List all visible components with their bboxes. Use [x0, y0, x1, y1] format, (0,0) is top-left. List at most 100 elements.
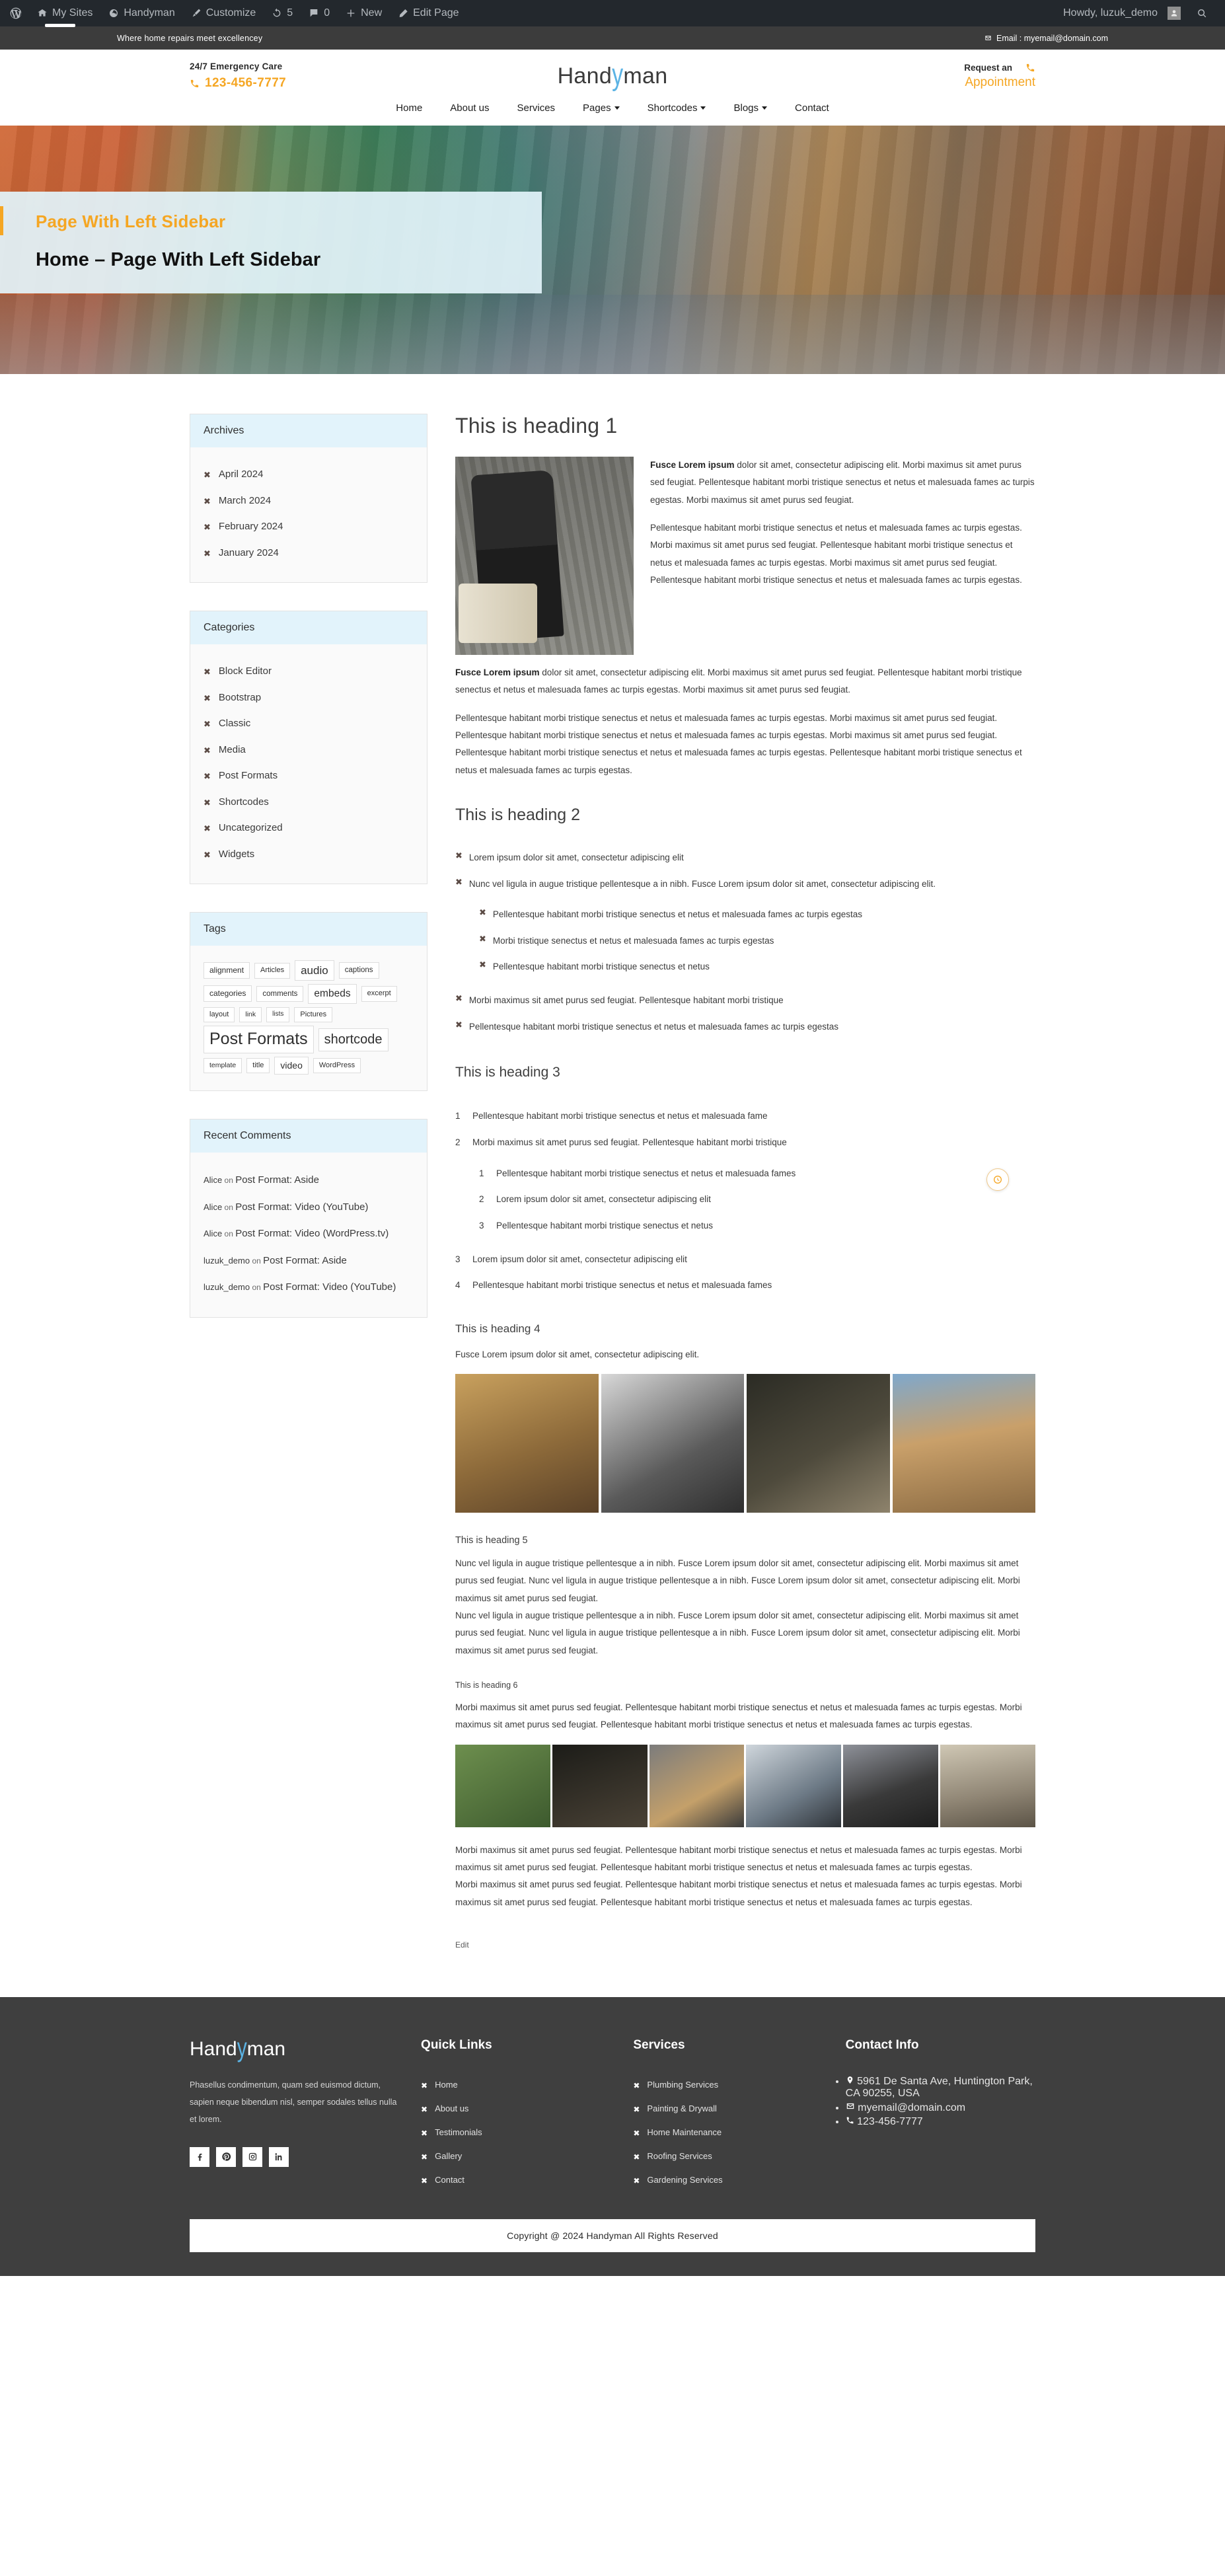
paragraph: Morbi maximus sit amet purus sed feugiat… — [455, 1844, 1022, 1872]
gallery-image[interactable] — [746, 1744, 842, 1827]
nav-item-contact[interactable]: Contact — [795, 102, 829, 114]
scroll-helper-button[interactable] — [986, 1168, 1009, 1191]
admin-bar-my-sites[interactable]: My Sites — [29, 0, 100, 26]
tag-link[interactable]: template — [204, 1057, 242, 1073]
gallery-image[interactable] — [747, 1374, 890, 1513]
gallery-image[interactable] — [455, 1744, 550, 1827]
tag-link[interactable]: Post Formats — [204, 1026, 314, 1053]
search-icon[interactable] — [1189, 0, 1216, 26]
linkedin-icon[interactable] — [269, 2146, 289, 2167]
list-number: 3 — [455, 1254, 461, 1264]
list-item[interactable]: ✖ Media — [204, 738, 414, 764]
tag-link[interactable]: comments — [256, 985, 304, 1003]
list-item[interactable]: ✖ Widgets — [204, 842, 414, 868]
nav-item-pages[interactable]: Pages — [583, 102, 620, 114]
admin-bar-comments[interactable]: 0 — [301, 0, 338, 26]
tag-link[interactable]: video — [274, 1056, 309, 1075]
tag-link[interactable]: embeds — [308, 984, 357, 1004]
instagram-icon[interactable] — [242, 2146, 262, 2167]
tag-link[interactable]: categories — [204, 985, 252, 1003]
nav-item-home[interactable]: Home — [396, 102, 422, 114]
header-logo[interactable]: Handyman — [388, 57, 837, 91]
header-appointment-block[interactable]: Request an Appointment — [837, 63, 1035, 90]
list-item[interactable]: ✖ Bootstrap — [204, 685, 414, 712]
list-item[interactable]: ✖ January 2024 — [204, 541, 414, 567]
gallery-image[interactable] — [649, 1744, 745, 1827]
tag-link[interactable]: audio — [295, 960, 334, 981]
header-phone[interactable]: 123-456-7777 — [190, 76, 388, 91]
appointment-link[interactable]: Appointment — [837, 75, 1035, 90]
gallery-image[interactable] — [843, 1744, 939, 1827]
list-item[interactable]: ✖ Classic — [204, 711, 414, 738]
nav-item-shortcodes[interactable]: Shortcodes — [648, 102, 706, 114]
list-item[interactable]: ✖ Home Maintenance — [633, 2121, 823, 2145]
tag-link[interactable]: link — [239, 1006, 262, 1023]
list-item[interactable]: ✖ Painting & Drywall — [633, 2098, 823, 2121]
list-item[interactable]: ✖ Roofing Services — [633, 2145, 823, 2169]
tag-link[interactable]: captions — [338, 962, 379, 979]
list-item[interactable]: ✖ Gardening Services — [633, 2169, 823, 2193]
admin-bar-updates[interactable]: 5 — [264, 0, 301, 26]
footer-logo[interactable]: Handyman — [190, 2033, 398, 2063]
tag-link[interactable]: lists — [266, 1007, 290, 1022]
widget-archives-title: Archives — [204, 425, 244, 436]
wordpress-logo-icon[interactable] — [0, 0, 29, 26]
facebook-icon[interactable] — [190, 2146, 209, 2167]
gallery-image[interactable] — [892, 1374, 1035, 1513]
gallery-image[interactable] — [552, 1744, 648, 1827]
footer-contact-column: Contact Info 5961 De Santa Ave, Huntingt… — [846, 2038, 1035, 2193]
edit-link[interactable]: Edit — [455, 1940, 469, 1950]
gallery-image[interactable] — [601, 1374, 744, 1513]
contact-email[interactable]: myemail@domain.com — [846, 2100, 1035, 2114]
list-item[interactable]: ✖ Block Editor — [204, 659, 414, 685]
admin-bar-site-name[interactable]: Handyman — [100, 0, 182, 26]
list-item[interactable]: ✖ Contact — [421, 2169, 611, 2193]
gallery-image[interactable] — [940, 1744, 1035, 1827]
tag-link[interactable]: excerpt — [361, 986, 397, 1002]
list-item[interactable]: luzuk_demo on Post Format: Video (YouTub… — [204, 1274, 414, 1301]
list-item[interactable]: ✖ Post Formats — [204, 763, 414, 790]
list-item[interactable]: ✖ Plumbing Services — [633, 2074, 823, 2098]
tag-link[interactable]: WordPress — [313, 1057, 361, 1074]
tag-link[interactable]: alignment — [204, 962, 250, 979]
admin-bar-new[interactable]: New — [338, 0, 390, 26]
list-item[interactable]: ✖ Shortcodes — [204, 790, 414, 816]
admin-bar-howdy[interactable]: Howdy, luzuk_demo — [1054, 0, 1189, 26]
tag-link[interactable]: layout — [204, 1006, 235, 1023]
contact-phone[interactable]: 123-456-7777 — [846, 2114, 1035, 2128]
list-item[interactable]: Alice on Post Format: Aside — [204, 1167, 414, 1194]
list-item[interactable]: ✖ March 2024 — [204, 488, 414, 515]
tag-link[interactable]: Articles — [254, 962, 291, 979]
list-item[interactable]: ✖ Testimonials — [421, 2121, 611, 2145]
tag-link[interactable]: title — [246, 1057, 270, 1074]
pinterest-icon[interactable] — [216, 2146, 236, 2167]
admin-bar-edit-page[interactable]: Edit Page — [390, 0, 466, 26]
emergency-label: 24/7 Emergency Care — [190, 61, 283, 71]
topbar-email[interactable]: Email : myemail@domain.com — [984, 34, 1108, 43]
list-item[interactable]: ✖ February 2024 — [204, 514, 414, 541]
admin-bar-customize[interactable]: Customize — [183, 0, 264, 26]
nav-item-blogs[interactable]: Blogs — [733, 102, 768, 114]
list-item[interactable]: ✖ Uncategorized — [204, 815, 414, 842]
bullet-x-icon: ✖ — [204, 823, 211, 833]
admin-bar-edit-page-label: Edit Page — [413, 7, 459, 19]
list-item[interactable]: ✖ April 2024 — [204, 462, 414, 488]
updates-icon — [272, 8, 282, 19]
list-item[interactable]: luzuk_demo on Post Format: Aside — [204, 1248, 414, 1275]
tag-link[interactable]: Pictures — [294, 1006, 333, 1023]
nav-item-services[interactable]: Services — [517, 102, 556, 114]
list-item[interactable]: ✖ Gallery — [421, 2145, 611, 2169]
map-pin-icon — [846, 2076, 854, 2087]
list-item[interactable]: ✖ About us — [421, 2098, 611, 2121]
list-item[interactable]: Alice on Post Format: Video (WordPress.t… — [204, 1221, 414, 1248]
paragraph: Morbi maximus sit amet purus sed feugiat… — [455, 1702, 1022, 1730]
tag-link[interactable]: shortcode — [318, 1028, 389, 1051]
list-item[interactable]: ✖ Home — [421, 2074, 611, 2098]
bullet-x-icon: ✖ — [204, 719, 211, 729]
nav-item-about-us[interactable]: About us — [450, 102, 489, 114]
widget-archives: Archives ✖ April 2024 ✖ March 2024 ✖ Februa… — [190, 414, 427, 583]
bullet-x-icon: ✖ — [633, 2080, 640, 2090]
gallery-image[interactable] — [455, 1374, 599, 1513]
comment-on-label: on — [222, 1229, 236, 1239]
list-item[interactable]: Alice on Post Format: Video (YouTube) — [204, 1194, 414, 1221]
